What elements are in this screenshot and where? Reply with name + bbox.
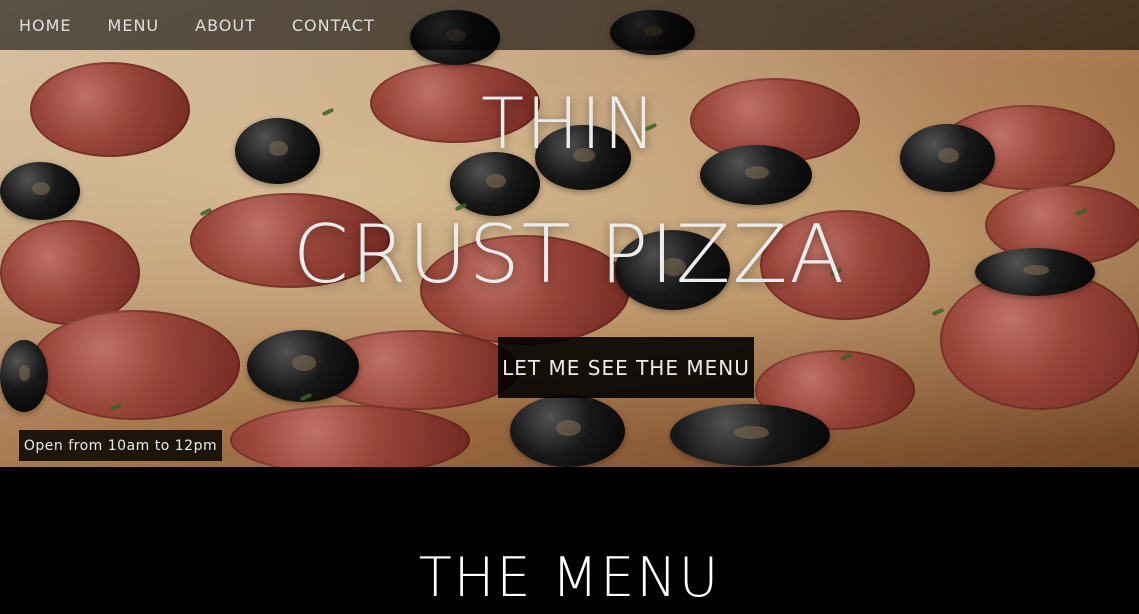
olive-decoration	[510, 395, 625, 467]
nav-link-about[interactable]: ABOUT	[195, 16, 256, 35]
pepperoni-decoration	[30, 310, 240, 420]
top-navigation-bar: HOME MENU ABOUT CONTACT	[0, 0, 1139, 50]
hero-title-line-1: THIN	[481, 83, 658, 165]
hero-background: HOME MENU ABOUT CONTACT THIN CRUST PIZZA…	[0, 0, 1139, 467]
nav-link-contact[interactable]: CONTACT	[292, 16, 375, 35]
nav-link-menu[interactable]: MENU	[108, 16, 160, 35]
olive-decoration	[0, 162, 80, 220]
olive-decoration	[0, 340, 48, 412]
olive-decoration	[670, 404, 830, 466]
menu-section-title: THE MENU	[418, 546, 721, 609]
pepperoni-decoration	[230, 405, 470, 467]
herb-decoration	[931, 307, 945, 317]
hero-title-line-2: CRUST PIZZA	[292, 208, 847, 301]
nav-link-home[interactable]: HOME	[19, 16, 72, 35]
olive-decoration	[247, 330, 359, 402]
opening-hours-badge: Open from 10am to 12pm	[19, 430, 222, 461]
see-menu-button[interactable]: Let me see the menu	[498, 337, 754, 398]
